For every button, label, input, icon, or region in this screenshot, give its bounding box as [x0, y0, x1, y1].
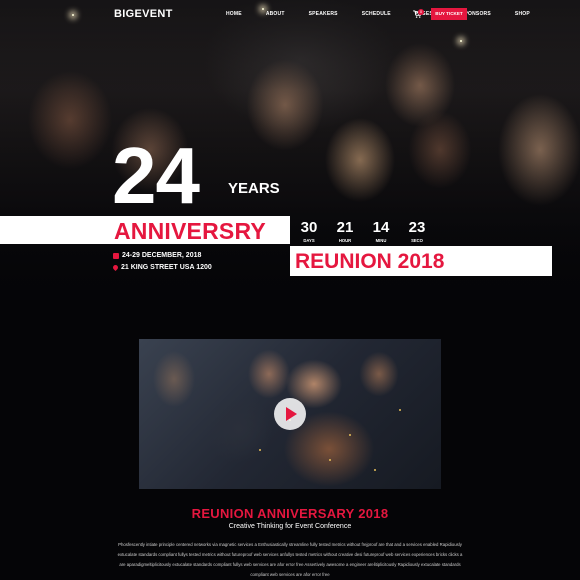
countdown-days-value: 30: [300, 219, 318, 236]
reunion-title: REUNION 2018: [295, 250, 445, 273]
confetti: [329, 459, 331, 461]
nav-about-label: ABOUT: [265, 11, 285, 17]
countdown-minutes: 14 MINU: [366, 219, 396, 244]
location-pin-icon: [111, 263, 120, 272]
event-address: 21 KING STREET USA 1200: [111, 263, 212, 272]
countdown-seconds-label: SECO: [411, 238, 423, 243]
countdown-days-label: DAYS: [303, 238, 315, 243]
nav-shop[interactable]: SHOP: [515, 11, 542, 17]
confetti: [259, 449, 261, 451]
event-date-text: 24-29 DECEMBER, 2018: [122, 252, 202, 259]
top-navigation: BIGEVENT HOME ABOUT SPEAKERS SCHEDULE PA…: [0, 0, 580, 28]
nav-home-label: HOME: [226, 11, 242, 17]
event-date: 24-29 DECEMBER, 2018: [113, 252, 201, 259]
years-label: YEARS: [228, 180, 280, 197]
nav-about[interactable]: ABOUT: [266, 11, 297, 17]
sparkler-light: [460, 40, 462, 42]
section-title: REUNION ANNIVERSARY 2018: [191, 506, 389, 521]
nav-home[interactable]: HOME: [226, 11, 254, 17]
nav-schedule[interactable]: SCHEDULE: [362, 11, 403, 17]
main-menu: HOME ABOUT SPEAKERS SCHEDULE PAGES SPONS…: [226, 11, 554, 17]
section-subtitle: Creative Thinking for Event Conference: [228, 523, 352, 530]
countdown-hours-label: HOUR: [338, 238, 352, 243]
confetti: [374, 469, 376, 471]
countdown-minutes-value: 14: [372, 219, 390, 236]
nav-sponsors[interactable]: SPONSORS: [461, 11, 503, 17]
anniversary-number: 24: [112, 131, 200, 220]
calendar-icon: [113, 252, 119, 259]
countdown-hours: 21 HOUR: [330, 219, 360, 244]
confetti: [349, 434, 351, 436]
play-video-button[interactable]: [274, 398, 306, 430]
countdown-hours-value: 21: [336, 219, 354, 236]
countdown-days: 30 DAYS: [294, 219, 324, 244]
confetti: [399, 409, 401, 411]
section-description: Phosfescently intiate principle centered…: [117, 542, 463, 577]
event-address-text: 21 KING STREET USA 1200: [121, 264, 212, 271]
site-logo[interactable]: BIGEVENT: [114, 8, 173, 20]
anniversary-title: ANNIVERSRY: [114, 218, 266, 244]
nav-speakers[interactable]: SPEAKERS: [309, 11, 350, 17]
cart-count-badge: 0: [418, 9, 424, 15]
buy-ticket-button[interactable]: BUY TICKET: [431, 8, 467, 20]
nav-speakers-label: SPEAKERS: [308, 11, 338, 17]
nav-schedule-label: SCHEDULE: [361, 11, 391, 17]
nav-shop-label: SHOP: [514, 11, 530, 17]
countdown-seconds: 23 SECO: [402, 219, 432, 244]
countdown-seconds-value: 23: [408, 219, 426, 236]
countdown-minutes-label: MINU: [375, 238, 387, 243]
